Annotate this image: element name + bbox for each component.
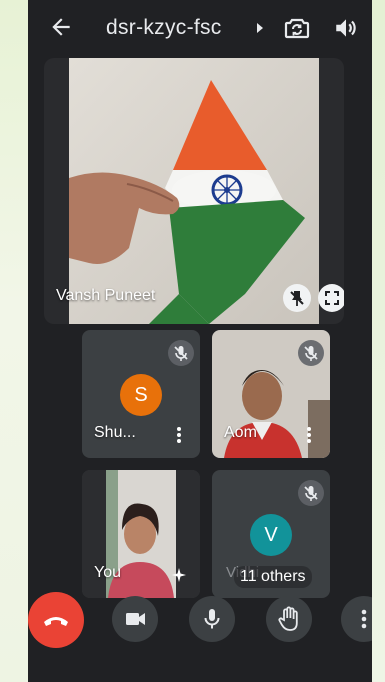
- phone-hangup-icon: [44, 617, 68, 626]
- avatar: V: [250, 514, 292, 556]
- meeting-code[interactable]: dsr-kzyc-fsc: [106, 16, 222, 40]
- pin-off-button[interactable]: [283, 284, 311, 312]
- main-video-feed: [69, 58, 319, 324]
- switch-camera-icon[interactable]: [283, 14, 311, 42]
- main-participant-tile[interactable]: Vansh Puneet: [44, 58, 344, 324]
- video-camera-icon: [126, 613, 145, 625]
- participant-tile[interactable]: Aom: [212, 330, 330, 458]
- others-tile[interactable]: V Vidhi 11 others: [212, 470, 330, 598]
- raise-hand-button[interactable]: [266, 596, 312, 642]
- more-vert-icon[interactable]: [306, 426, 312, 444]
- microphone-toggle-button[interactable]: [189, 596, 235, 642]
- fullscreen-button[interactable]: [318, 284, 344, 312]
- microphone-icon: [204, 609, 220, 629]
- more-vert-icon[interactable]: [176, 426, 182, 444]
- participant-name-label: Aom: [224, 424, 257, 441]
- end-call-button[interactable]: [28, 592, 84, 648]
- mic-off-icon: [298, 340, 324, 366]
- participant-tile[interactable]: S Shu...: [82, 330, 200, 458]
- more-vert-icon: [361, 609, 367, 629]
- mic-off-icon: [168, 340, 194, 366]
- participant-name-label: Shu...: [94, 424, 136, 441]
- participant-name-label: You: [94, 564, 121, 581]
- others-count-label: 11 others: [234, 566, 312, 588]
- pin-off-icon: [290, 291, 304, 306]
- mic-off-icon: [298, 480, 324, 506]
- call-controls-bar: [28, 592, 372, 668]
- caret-right-icon[interactable]: [255, 22, 265, 34]
- fullscreen-icon: [325, 291, 339, 305]
- hand-icon: [278, 606, 298, 631]
- speaker-icon[interactable]: [333, 15, 359, 41]
- page-backdrop-right: [372, 0, 385, 682]
- participant-name-label: Vansh Puneet: [56, 287, 156, 304]
- sparkle-effects-icon[interactable]: [170, 566, 188, 584]
- call-top-bar: dsr-kzyc-fsc: [28, 0, 372, 56]
- meet-call-screen: dsr-kzyc-fsc Vansh Puneet S Shu... Aom Y…: [28, 0, 372, 682]
- more-options-button[interactable]: [341, 596, 372, 642]
- self-view-tile[interactable]: You: [82, 470, 200, 598]
- arrow-left-icon[interactable]: [48, 14, 74, 40]
- camera-toggle-button[interactable]: [112, 596, 158, 642]
- avatar: S: [120, 374, 162, 416]
- page-backdrop-left: [0, 0, 28, 682]
